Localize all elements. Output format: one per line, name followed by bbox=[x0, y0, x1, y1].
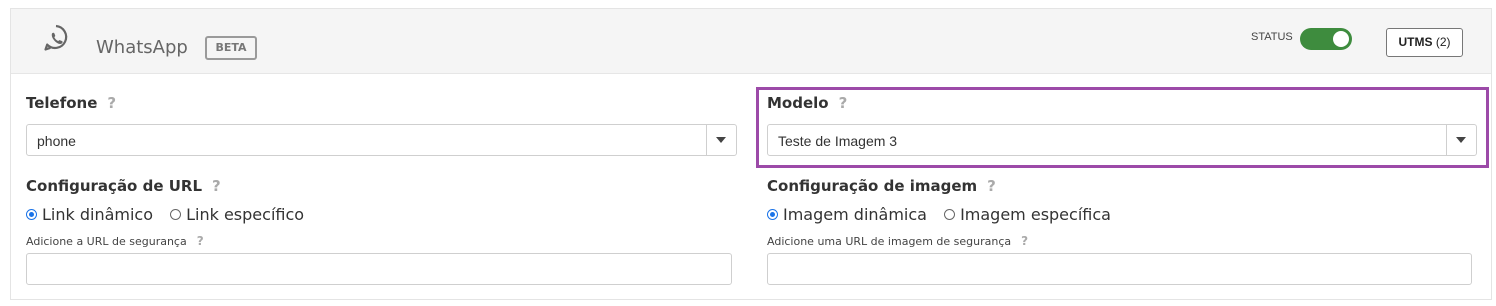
url-config-label: Configuração de URL? bbox=[26, 177, 221, 195]
phone-select-value: phone bbox=[37, 133, 76, 149]
radio-button[interactable] bbox=[767, 209, 778, 220]
card-header: WhatsApp BETA STATUS UTMS (2) bbox=[11, 9, 1491, 74]
model-label-text: Modelo bbox=[767, 94, 829, 112]
phone-select[interactable]: phone bbox=[26, 124, 737, 156]
url-radio-group: Link dinâmico Link específico bbox=[26, 205, 316, 224]
url-config-help-icon[interactable]: ? bbox=[212, 177, 221, 195]
radio-button[interactable] bbox=[26, 209, 37, 220]
model-help-icon[interactable]: ? bbox=[839, 94, 848, 112]
chevron-down-icon bbox=[716, 137, 726, 143]
fallback-url-label-text: Adicione a URL de segurança bbox=[26, 235, 187, 248]
phone-help-icon[interactable]: ? bbox=[107, 94, 116, 112]
status-toggle[interactable] bbox=[1300, 28, 1352, 50]
card-title: WhatsApp bbox=[96, 37, 188, 58]
image-radio-group: Imagem dinâmica Imagem específica bbox=[767, 205, 1123, 224]
fallback-image-input[interactable] bbox=[767, 253, 1472, 285]
model-select-arrow[interactable] bbox=[1446, 125, 1476, 155]
whatsapp-icon bbox=[44, 24, 68, 51]
utms-count: (2) bbox=[1435, 35, 1451, 49]
radio-button[interactable] bbox=[944, 209, 956, 220]
fallback-url-help-icon[interactable]: ? bbox=[197, 234, 204, 248]
chevron-down-icon bbox=[1456, 137, 1466, 143]
model-select[interactable]: Teste de Imagem 3 bbox=[767, 124, 1477, 156]
model-label: Modelo? bbox=[767, 94, 847, 112]
utms-label: UTMS bbox=[1398, 35, 1433, 49]
fallback-image-label: Adicione uma URL de imagem de segurança? bbox=[767, 234, 1028, 248]
radio-link-dynamic[interactable]: Link dinâmico bbox=[26, 205, 153, 224]
fallback-image-help-icon[interactable]: ? bbox=[1021, 234, 1028, 248]
image-config-label: Configuração de imagem? bbox=[767, 177, 996, 195]
fallback-url-input[interactable] bbox=[26, 253, 732, 285]
toggle-knob bbox=[1333, 31, 1349, 47]
fallback-url-label: Adicione a URL de segurança? bbox=[26, 234, 204, 248]
radio-label: Imagem específica bbox=[960, 205, 1111, 224]
image-config-label-text: Configuração de imagem bbox=[767, 177, 978, 195]
status-label: STATUS bbox=[1251, 31, 1293, 43]
radio-button[interactable] bbox=[170, 209, 182, 220]
image-config-help-icon[interactable]: ? bbox=[987, 177, 996, 195]
radio-label: Link dinâmico bbox=[42, 205, 154, 224]
model-select-value: Teste de Imagem 3 bbox=[778, 133, 898, 149]
radio-label: Link específico bbox=[186, 205, 305, 224]
radio-label: Imagem dinâmica bbox=[783, 205, 927, 224]
radio-image-specific[interactable]: Imagem específica bbox=[944, 205, 1111, 224]
radio-image-dynamic[interactable]: Imagem dinâmica bbox=[767, 205, 927, 224]
phone-select-arrow[interactable] bbox=[706, 125, 736, 155]
beta-badge: BETA bbox=[205, 36, 257, 60]
phone-label-text: Telefone bbox=[26, 94, 98, 112]
phone-label: Telefone? bbox=[26, 94, 116, 112]
url-config-label-text: Configuração de URL bbox=[26, 177, 203, 195]
utms-button[interactable]: UTMS (2) bbox=[1386, 28, 1463, 57]
fallback-image-label-text: Adicione uma URL de imagem de segurança bbox=[767, 235, 1012, 248]
radio-link-specific[interactable]: Link específico bbox=[170, 205, 304, 224]
